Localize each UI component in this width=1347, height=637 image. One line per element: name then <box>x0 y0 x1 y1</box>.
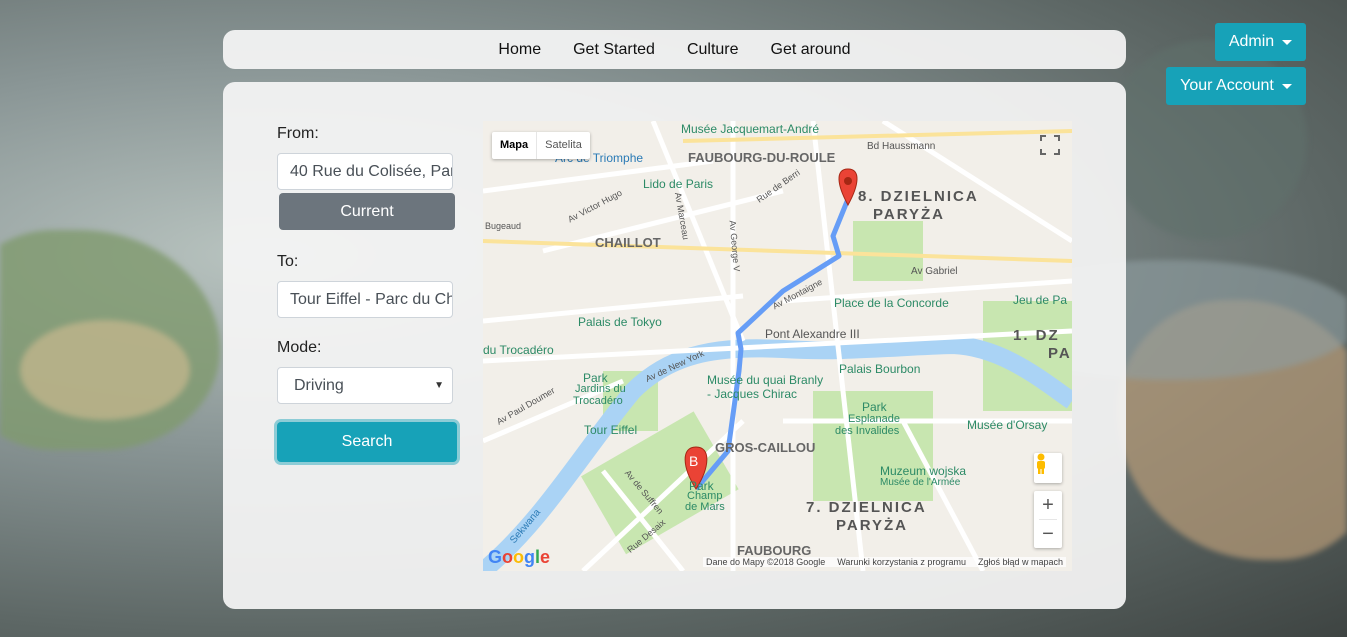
map-label: Musée de l'Armée <box>880 477 961 488</box>
map-label: 7. DZIELNICA <box>806 499 927 516</box>
mode-label: Mode: <box>277 339 322 356</box>
google-logo: Google <box>488 547 551 567</box>
map-type-map[interactable]: Mapa <box>492 132 538 159</box>
nav-culture[interactable]: Culture <box>687 41 739 59</box>
street-view-pegman-icon[interactable] <box>1034 453 1062 483</box>
terms-link[interactable]: Warunki korzystania z programu <box>837 557 966 567</box>
from-input[interactable]: 40 Rue du Colisée, Paris <box>277 153 453 190</box>
map-label: GROS-CAILLOU <box>715 440 816 455</box>
map-label: Muzeum wojska <box>880 464 967 478</box>
map-label: Tour Eiffel <box>584 423 638 437</box>
zoom-control: + − <box>1034 491 1062 548</box>
map-label: Av Gabriel <box>911 266 958 277</box>
map-attribution: Dane do Mapy ©2018 Google Warunki korzys… <box>703 557 1066 567</box>
to-label: To: <box>277 253 299 270</box>
map-label: PARYŻA <box>836 517 908 534</box>
map-label: Lido de Paris <box>643 177 714 191</box>
zoom-in-button[interactable]: + <box>1034 491 1062 519</box>
map-label: Jardins du <box>575 383 626 395</box>
mode-select[interactable]: Driving ▼ <box>277 367 453 404</box>
map-label: PARYŻA <box>873 206 945 223</box>
map-label: Trocadéro <box>573 395 623 407</box>
attribution-text: Dane do Mapy ©2018 Google <box>706 557 826 567</box>
nav-get-around[interactable]: Get around <box>771 41 851 59</box>
map-label: 1. DZ <box>1013 327 1060 344</box>
admin-label: Admin <box>1228 33 1275 50</box>
map-label: Palais Bourbon <box>839 362 921 376</box>
map-label: FAUBOURG <box>737 543 812 558</box>
map-label: FAUBOURG-DU-ROULE <box>688 150 836 165</box>
admin-dropdown-button[interactable]: Admin <box>1215 23 1306 61</box>
zoom-out-button[interactable]: − <box>1034 520 1062 548</box>
route-map[interactable]: B Musée Jacquemart-André Arc de Triomphe… <box>483 121 1072 571</box>
svg-text:B: B <box>689 453 698 469</box>
report-link[interactable]: Zgłoś błąd w mapach <box>978 557 1063 567</box>
map-type-control: Mapa Satelita <box>492 132 590 159</box>
map-label: Musée du quai Branly <box>707 373 824 387</box>
map-label: de Mars <box>685 501 725 513</box>
your-account-label: Your Account <box>1180 77 1274 94</box>
map-label: Musée Jacquemart-André <box>681 122 820 136</box>
map-label: du Trocadéro <box>483 343 554 357</box>
map-label: Bd Haussmann <box>867 141 936 152</box>
map-label: Palais de Tokyo <box>578 315 662 329</box>
map-label: Bugeaud <box>485 221 522 231</box>
directions-panel: From: 40 Rue du Colisée, Paris Current T… <box>223 82 1126 609</box>
fullscreen-icon[interactable] <box>1037 132 1063 158</box>
map-label: - Jacques Chirac <box>707 387 798 401</box>
destination-marker <box>838 168 858 207</box>
mode-selected-value: Driving <box>294 377 344 394</box>
map-label: Jeu de Pa <box>1013 293 1068 307</box>
to-input[interactable]: Tour Eiffel - Parc du Champ de Mars <box>277 281 453 318</box>
top-navbar: Home Get Started Culture Get around <box>223 30 1126 69</box>
map-label: Esplanade <box>848 413 900 425</box>
map-label: Park <box>862 400 887 414</box>
map-label: 8. DZIELNICA <box>858 188 979 205</box>
map-label: Pont Alexandre III <box>765 327 860 341</box>
from-label: From: <box>277 125 319 142</box>
map-label: des Invalides <box>835 425 900 437</box>
map-label: Musée d'Orsay <box>967 418 1048 432</box>
your-account-dropdown-button[interactable]: Your Account <box>1166 67 1306 105</box>
map-label: PA <box>1048 345 1072 362</box>
map-label: Place de la Concorde <box>834 296 949 310</box>
search-button[interactable]: Search <box>277 422 457 462</box>
caret-down-icon <box>1281 83 1292 89</box>
caret-down-icon <box>1282 39 1293 45</box>
map-label: CHAILLOT <box>595 235 661 250</box>
current-location-button[interactable]: Current <box>279 193 455 230</box>
select-arrow-icon: ▼ <box>434 380 444 391</box>
nav-get-started[interactable]: Get Started <box>573 41 655 59</box>
map-type-satellite[interactable]: Satelita <box>537 132 590 159</box>
nav-home[interactable]: Home <box>498 41 541 59</box>
